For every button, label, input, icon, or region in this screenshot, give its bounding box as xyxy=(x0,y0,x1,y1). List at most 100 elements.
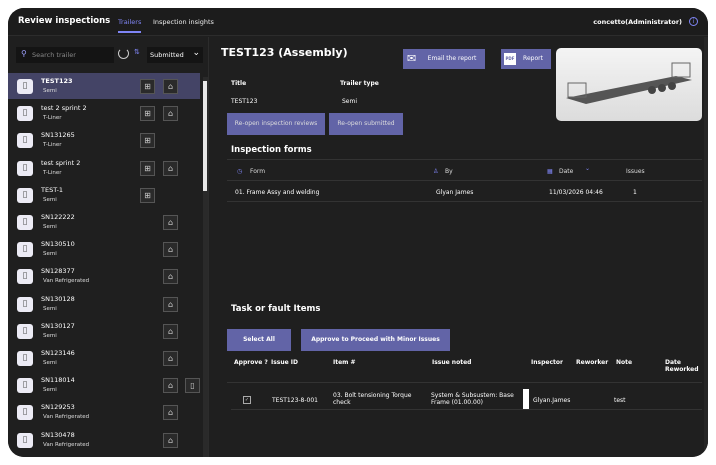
col-note: Note xyxy=(616,359,633,366)
form-name[interactable]: 01. Frame Assy and welding xyxy=(235,189,319,196)
form-icon[interactable]: ⊞ xyxy=(140,79,155,94)
main-panel: TEST123 (Assembly) ✉ Email the report PDF… xyxy=(208,37,708,457)
status-filter-dropdown[interactable]: Submitted ⌄ xyxy=(147,47,203,63)
clock-icon: ◷ xyxy=(237,168,243,175)
clipboard-icon: ▯ xyxy=(17,106,33,122)
trailer-type: Semi xyxy=(43,305,57,312)
title-value: TEST123 xyxy=(231,98,258,105)
col-item: Item # xyxy=(333,359,356,366)
form-icon[interactable]: ⊞ xyxy=(140,106,155,122)
trailer-list-item[interactable]: ▯ TEST123 Semi ⊞ ⌂ xyxy=(8,73,200,99)
trailer-list-item[interactable]: ▯ SN130128 Semi ⌂ xyxy=(8,291,200,317)
divider xyxy=(227,180,702,181)
trailer-list-item[interactable]: ▯ SN128377 Van Refrigerated ⌂ xyxy=(8,263,200,289)
trailer-list-item[interactable]: ▯ test sprint 2 T-Liner ⊞ ⌂ xyxy=(8,155,200,181)
divider xyxy=(227,159,702,160)
clipboard-icon: ▯ xyxy=(17,187,33,203)
divider xyxy=(227,382,702,383)
page-title: TEST123 (Assembly) xyxy=(221,46,348,59)
robot-arm-icon[interactable]: ⌂ xyxy=(163,405,178,421)
tab-trailers[interactable]: Trailers xyxy=(118,18,142,33)
col-reworker: Reworker xyxy=(576,359,609,366)
col-form[interactable]: Form xyxy=(250,168,265,175)
clipboard-icon: ▯ xyxy=(17,378,33,394)
inspection-forms-heading: Inspection forms xyxy=(231,145,312,155)
task-items-heading: Task or fault Items xyxy=(231,304,321,314)
trailer-list-item[interactable]: ▯ SN130510 Semi ⌂ xyxy=(8,236,200,262)
trailer-type: Van Refrigerated xyxy=(43,414,90,421)
trailer-illustration xyxy=(566,62,692,104)
trailer-name: SN128377 xyxy=(41,267,75,276)
approve-minor-issues-button[interactable]: Approve to Proceed with Minor Issues xyxy=(301,329,450,351)
trailer-list-item[interactable]: ▯ test 2 sprint 2 T-Liner ⊞ ⌂ xyxy=(8,100,200,126)
col-issues[interactable]: Issues xyxy=(626,168,645,175)
col-date[interactable]: Date xyxy=(559,168,573,175)
note: test xyxy=(614,397,626,404)
clipboard-icon[interactable]: ▯ xyxy=(185,378,200,394)
clipboard-icon: ▯ xyxy=(17,79,33,94)
trailer-list-item[interactable]: ▯ SN123146 Semi ⌂ xyxy=(8,345,200,371)
sort-down-icon: ⌄ xyxy=(585,165,591,172)
robot-arm-icon[interactable]: ⌂ xyxy=(163,215,178,230)
robot-arm-icon[interactable]: ⌂ xyxy=(163,432,178,448)
trailer-name: SN131265 xyxy=(41,131,75,140)
report-button[interactable]: PDF Report xyxy=(501,49,551,69)
col-issue-noted: Issue noted xyxy=(432,359,472,366)
trailer-list-item[interactable]: ▯ SN129253 Van Refrigerated ⌂ xyxy=(8,399,200,425)
clipboard-icon: ▯ xyxy=(17,133,33,149)
divider xyxy=(231,409,702,410)
col-by[interactable]: By xyxy=(445,168,453,175)
trailer-name: SN122222 xyxy=(41,213,75,221)
sort-icon[interactable]: ⇅ xyxy=(134,48,140,56)
robot-arm-icon[interactable]: ⌂ xyxy=(163,269,178,285)
trailer-name: SN130128 xyxy=(41,294,75,303)
sidebar: ⚲ Search trailer ⇅ Submitted ⌄ ▯ TEST123 S… xyxy=(8,37,208,457)
robot-arm-icon[interactable]: ⌂ xyxy=(163,351,178,366)
main-scrollbar[interactable] xyxy=(704,37,708,457)
select-all-button[interactable]: Select All xyxy=(227,329,291,351)
clipboard-icon: ▯ xyxy=(17,215,33,230)
trailer-name: SN123146 xyxy=(41,349,75,357)
user-name[interactable]: concetto(Administrator) xyxy=(593,18,682,26)
scrollbar-thumb[interactable] xyxy=(203,81,207,191)
form-icon[interactable]: ⊞ xyxy=(140,133,155,149)
reopen-submitted-button[interactable]: Re-open submitted xyxy=(329,113,403,135)
calendar-icon: ▦ xyxy=(547,168,553,175)
trailer-list-item[interactable]: ▯ TEST-1 Semi ⊞ xyxy=(8,182,200,208)
trailer-type: Van Refrigerated xyxy=(43,441,90,448)
trailer-list-item[interactable]: ▯ SN130127 Semi ⌂ xyxy=(8,318,200,344)
robot-arm-icon[interactable]: ⌂ xyxy=(163,79,178,94)
trailer-type: T-Liner xyxy=(43,142,62,149)
refresh-icon[interactable] xyxy=(118,48,129,59)
trailer-type: T-Liner xyxy=(43,169,62,176)
email-report-button[interactable]: ✉ Email the report xyxy=(403,49,485,69)
trailer-name: test sprint 2 xyxy=(41,158,81,167)
robot-arm-icon[interactable]: ⌂ xyxy=(163,242,178,258)
trailer-list-item[interactable]: ▯ SN131265 T-Liner ⊞ xyxy=(8,127,200,153)
approve-checkbox[interactable]: ✓ xyxy=(243,396,251,404)
trailer-list-item[interactable]: ▯ SN130478 Van Refrigerated ⌂ xyxy=(8,427,200,453)
trailer-list-item[interactable]: ▯ SN122222 Semi ⌂ xyxy=(8,209,200,235)
trailer-list-item[interactable]: ▯ SN118014 Semi ⌂ ▯ xyxy=(8,372,200,398)
robot-arm-icon[interactable]: ⌂ xyxy=(163,160,178,176)
robot-arm-icon[interactable]: ⌂ xyxy=(163,378,178,394)
trailer-image xyxy=(556,48,702,121)
report-label: Report xyxy=(523,55,543,62)
reopen-inspection-reviews-button[interactable]: Re-open inspection reviews xyxy=(227,113,325,135)
trailer-name: SN118014 xyxy=(41,376,75,385)
robot-arm-icon[interactable]: ⌂ xyxy=(163,106,178,122)
tab-inspection-insights[interactable]: Inspection insights xyxy=(153,18,214,26)
trailer-type: Semi xyxy=(43,360,57,366)
form-icon[interactable]: ⊞ xyxy=(140,187,155,203)
trailer-type: Semi xyxy=(43,196,57,203)
robot-arm-icon[interactable]: ⌂ xyxy=(163,323,178,339)
trailer-name: SN130510 xyxy=(41,240,75,249)
trailer-type: T-Liner xyxy=(43,115,62,122)
app-header: Review inspections Trailers Inspection i… xyxy=(8,8,708,36)
form-by: Glyan James xyxy=(436,189,474,196)
search-input[interactable]: ⚲ Search trailer xyxy=(16,47,114,63)
robot-arm-icon[interactable]: ⌂ xyxy=(163,296,178,312)
info-icon[interactable]: i xyxy=(689,17,698,26)
form-icon[interactable]: ⊞ xyxy=(140,160,155,176)
email-report-label: Email the report xyxy=(427,55,477,62)
